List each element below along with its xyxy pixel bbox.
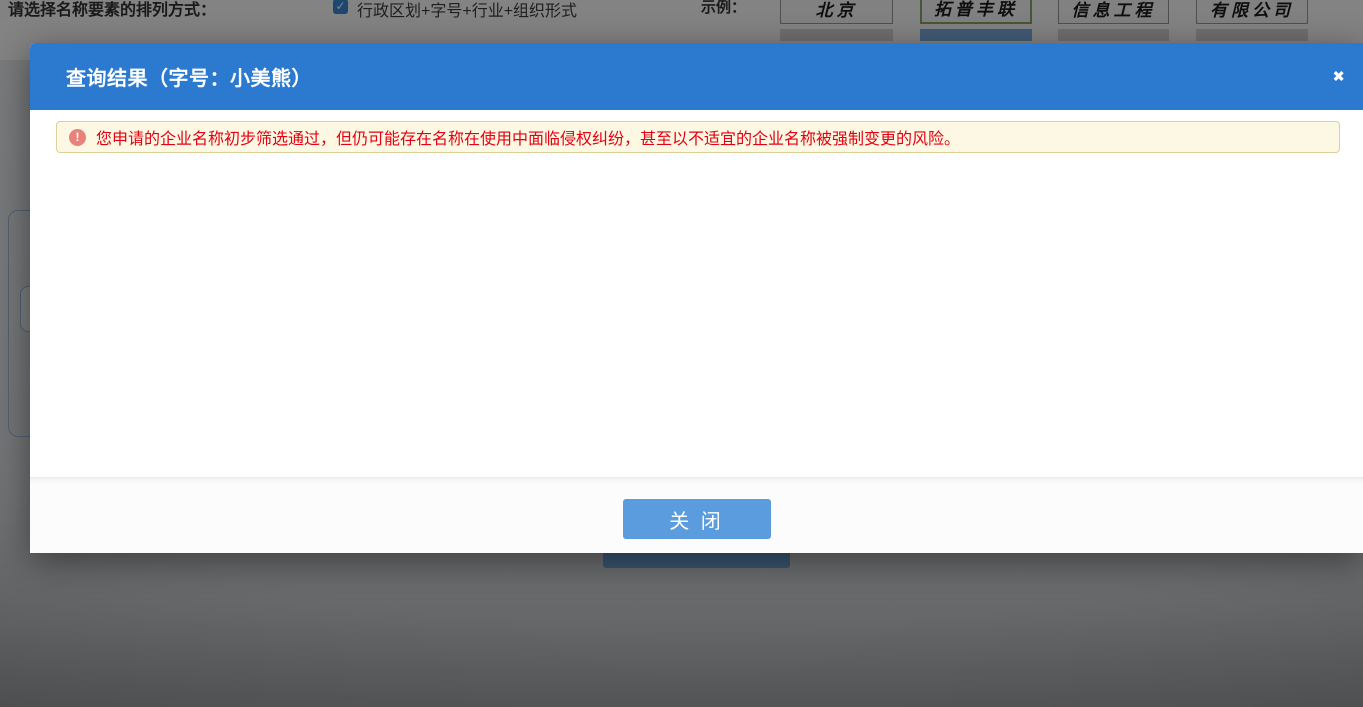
alert-text: 您申请的企业名称初步筛选通过，但仍可能存在名称在使用中面临侵权纠纷，甚至以不适宜…	[96, 125, 960, 149]
warning-icon: !	[69, 129, 86, 146]
page: 请选择名称要素的排列方式： ✓ 行政区划+字号+行业+组织形式 示例： 北京 拓…	[0, 0, 1363, 707]
modal-footer: 关 闭	[30, 477, 1363, 553]
alert-banner: ! 您申请的企业名称初步筛选通过，但仍可能存在名称在使用中面临侵权纠纷，甚至以不…	[56, 121, 1340, 153]
modal-body: ! 您申请的企业名称初步筛选通过，但仍可能存在名称在使用中面临侵权纠纷，甚至以不…	[30, 110, 1363, 477]
modal-header: 查询结果（字号：小美熊） ✖	[30, 43, 1363, 110]
close-icon[interactable]: ✖	[1332, 69, 1345, 84]
query-result-modal: 查询结果（字号：小美熊） ✖ ! 您申请的企业名称初步筛选通过，但仍可能存在名称…	[30, 43, 1363, 553]
close-button[interactable]: 关 闭	[623, 499, 771, 539]
modal-title: 查询结果（字号：小美熊）	[66, 62, 312, 91]
